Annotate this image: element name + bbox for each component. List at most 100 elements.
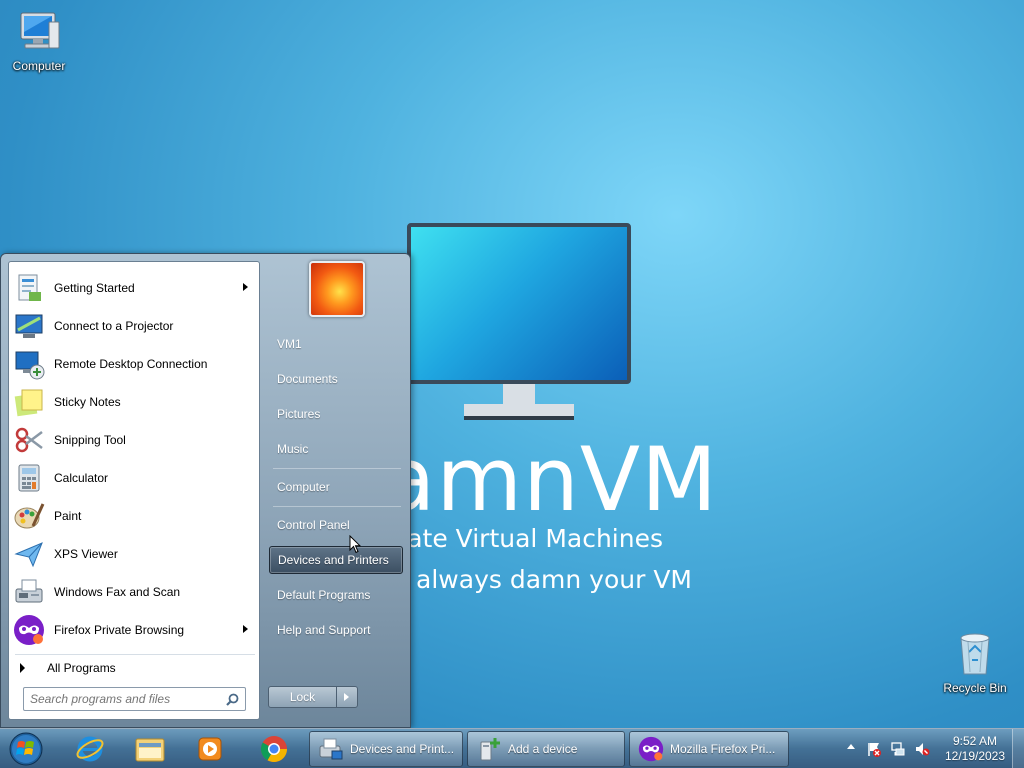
start-right-item-music[interactable]: Music xyxy=(269,435,403,463)
pinned-chrome[interactable] xyxy=(246,731,302,767)
desktop-icon-recycle-bin[interactable]: Recycle Bin xyxy=(938,630,1012,695)
show-desktop-button[interactable] xyxy=(1012,729,1024,768)
snipping-tool-icon xyxy=(15,427,43,453)
lock-button[interactable]: Lock xyxy=(268,686,358,708)
action-center-icon[interactable] xyxy=(866,741,882,757)
program-label: Getting Started xyxy=(54,281,135,295)
right-item-label: Help and Support xyxy=(277,623,371,637)
clock-date: 12/19/2023 xyxy=(944,749,1006,763)
desktop-icon-label: Computer xyxy=(12,59,66,73)
right-pane-separator xyxy=(273,468,401,469)
desktop-icon-computer[interactable]: Computer xyxy=(2,8,76,73)
calculator-icon xyxy=(18,464,40,492)
start-right-item-help-support[interactable]: Help and Support xyxy=(269,616,403,644)
program-item-paint[interactable]: Paint xyxy=(12,498,256,534)
right-item-label: Devices and Printers xyxy=(278,553,389,567)
add-device-icon xyxy=(480,738,500,761)
start-button-icon[interactable] xyxy=(6,731,46,767)
xps-viewer-icon xyxy=(14,542,43,568)
taskbar-window-label: Add a device xyxy=(508,742,578,756)
start-menu-programs-pane: Getting Started Connect to a Projector R… xyxy=(8,261,260,720)
volume-muted-icon[interactable] xyxy=(914,741,930,757)
right-item-label: Pictures xyxy=(277,407,321,421)
start-right-item-documents[interactable]: Documents xyxy=(269,365,403,393)
program-label: Snipping Tool xyxy=(54,433,126,447)
taskbar-window-add-device[interactable]: Add a device xyxy=(467,731,625,767)
media-player-icon xyxy=(198,737,222,761)
program-label: Windows Fax and Scan xyxy=(54,585,181,599)
wallpaper-brand-subtitle: Private Virtual Machines xyxy=(400,524,663,553)
program-item-calculator[interactable]: Calculator xyxy=(12,460,256,496)
program-label: Remote Desktop Connection xyxy=(54,357,208,371)
program-label: Connect to a Projector xyxy=(54,319,174,333)
mouse-cursor-icon xyxy=(349,535,361,554)
remote-desktop-icon xyxy=(15,351,45,380)
right-pane-separator xyxy=(273,506,401,507)
user-avatar[interactable] xyxy=(309,261,365,317)
sticky-notes-icon xyxy=(14,389,43,417)
search-input[interactable] xyxy=(30,689,220,709)
search-icon[interactable] xyxy=(226,693,239,706)
system-tray: 9:52 AM 12/19/2023 xyxy=(834,729,1024,768)
taskbar-window-devices-printers[interactable]: Devices and Print... xyxy=(309,731,463,767)
start-right-item-default-programs[interactable]: Default Programs xyxy=(269,581,403,609)
submenu-arrow-icon[interactable] xyxy=(243,283,248,291)
program-item-sticky-notes[interactable]: Sticky Notes xyxy=(12,384,256,420)
shutdown-options-arrow-icon[interactable] xyxy=(337,687,357,707)
internet-explorer-icon xyxy=(76,736,104,762)
firefox-private-icon xyxy=(14,615,44,645)
start-menu: Getting Started Connect to a Projector R… xyxy=(0,253,411,728)
lock-label[interactable]: Lock xyxy=(269,687,337,707)
start-right-item-devices-printers[interactable]: Devices and Printers xyxy=(269,546,403,574)
projector-icon xyxy=(15,314,43,338)
all-programs-button[interactable]: All Programs xyxy=(12,657,256,679)
right-item-label: Control Panel xyxy=(277,518,350,532)
network-icon[interactable] xyxy=(890,741,906,757)
wallpaper-brand-title: DamnVM xyxy=(400,428,718,524)
firefox-private-icon xyxy=(638,736,664,762)
program-item-snipping-tool[interactable]: Snipping Tool xyxy=(12,422,256,458)
start-search-box[interactable] xyxy=(23,687,246,711)
taskbar-window-label: Devices and Print... xyxy=(350,742,455,756)
program-item-xps-viewer[interactable]: XPS Viewer xyxy=(12,536,256,572)
program-label: Calculator xyxy=(54,471,109,485)
start-right-item-control-panel[interactable]: Control Panel xyxy=(269,511,403,539)
computer-icon xyxy=(20,12,60,49)
program-item-connect-projector[interactable]: Connect to a Projector xyxy=(12,308,256,344)
right-item-label: Computer xyxy=(277,480,330,494)
right-item-label: Default Programs xyxy=(277,588,371,602)
devices-printers-icon xyxy=(319,738,343,760)
wallpaper-monitor-base xyxy=(464,404,574,420)
recycle-bin-icon xyxy=(960,633,990,675)
program-label: Sticky Notes xyxy=(54,395,121,409)
programs-separator xyxy=(15,654,255,655)
desktop-icon-label: Recycle Bin xyxy=(943,681,1007,695)
clock[interactable]: 9:52 AM 12/19/2023 xyxy=(940,734,1010,764)
program-item-getting-started[interactable]: Getting Started xyxy=(12,270,256,306)
paint-icon xyxy=(14,503,45,529)
start-right-item-vm1[interactable]: VM1 xyxy=(269,330,403,358)
file-explorer-icon xyxy=(135,738,165,762)
right-item-label: VM1 xyxy=(277,337,302,351)
program-label: Paint xyxy=(54,509,82,523)
taskbar-window-label: Mozilla Firefox Pri... xyxy=(670,742,776,756)
clock-time: 9:52 AM xyxy=(952,734,998,748)
pinned-media-player[interactable] xyxy=(182,731,238,767)
program-item-remote-desktop[interactable]: Remote Desktop Connection xyxy=(12,346,256,382)
submenu-arrow-icon[interactable] xyxy=(243,625,248,633)
taskbar-window-firefox[interactable]: Mozilla Firefox Pri... xyxy=(629,731,789,767)
program-item-fax-scan[interactable]: Windows Fax and Scan xyxy=(12,574,256,610)
pinned-file-explorer[interactable] xyxy=(122,731,178,767)
pinned-internet-explorer[interactable] xyxy=(62,731,118,767)
start-right-item-computer[interactable]: Computer xyxy=(269,473,403,501)
fax-scan-icon xyxy=(15,579,43,603)
chrome-icon xyxy=(260,736,288,763)
getting-started-icon xyxy=(18,274,41,301)
all-programs-label: All Programs xyxy=(47,661,116,675)
program-item-firefox-private[interactable]: Firefox Private Browsing xyxy=(12,612,256,648)
show-hidden-icons-chevron-icon[interactable] xyxy=(847,744,855,749)
right-item-label: Documents xyxy=(277,372,338,386)
right-item-label: Music xyxy=(277,442,309,456)
wallpaper-brand-tagline: Devices always damn your VM xyxy=(400,565,692,594)
start-right-item-pictures[interactable]: Pictures xyxy=(269,400,403,428)
